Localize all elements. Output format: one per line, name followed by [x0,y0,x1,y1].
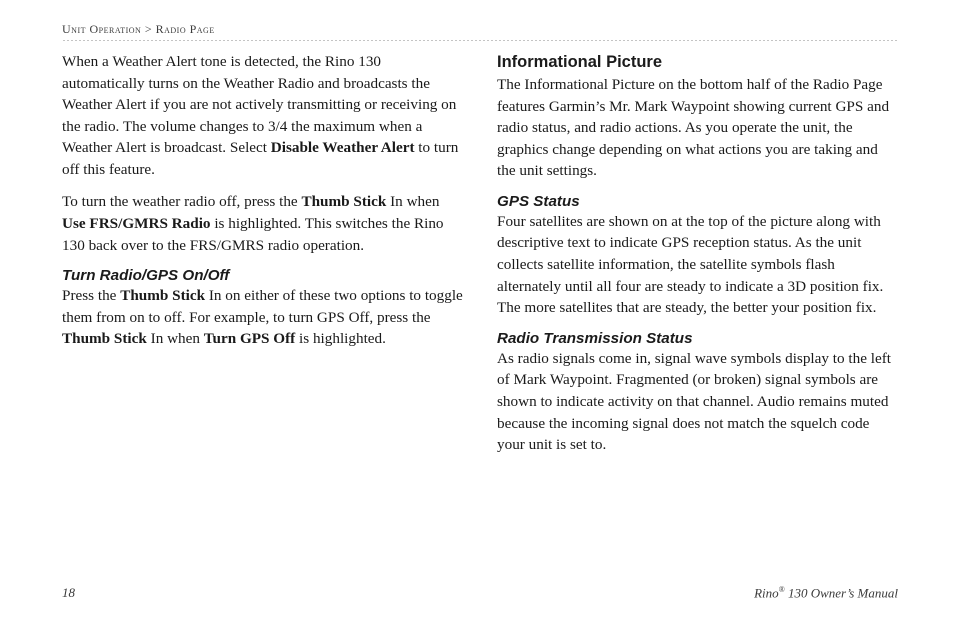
bold-term: Use FRS/GMRS Radio [62,215,211,232]
page-number: 18 [62,585,75,601]
bold-term: Thumb Stick [120,287,205,304]
body-columns: When a Weather Alert tone is detected, t… [62,51,898,559]
subheading-gps-status: GPS Status [497,193,898,210]
body-text: In when [386,193,439,210]
bold-term: Disable Weather Alert [271,139,415,156]
breadcrumb-sep: > [141,22,155,36]
footer-title-part: Rino [754,585,779,600]
bold-term: Turn GPS Off [204,330,295,347]
body-text: In when [147,330,204,347]
breadcrumb-part-1: Unit Operation [62,22,141,36]
paragraph: To turn the weather radio off, press the… [62,191,463,256]
subheading-turn-radio-gps: Turn Radio/GPS On/Off [62,267,463,284]
paragraph: As radio signals come in, signal wave sy… [497,348,898,456]
body-text: To turn the weather radio off, press the [62,193,301,210]
bold-term: Thumb Stick [301,193,386,210]
paragraph: Press the Thumb Stick In on either of th… [62,285,463,350]
paragraph: Four satellites are shown on at the top … [497,211,898,319]
subheading-radio-transmission-status: Radio Transmission Status [497,330,898,347]
breadcrumb: Unit Operation > Radio Page [62,22,898,37]
header-divider [62,40,898,41]
page-footer: 18 Rino® 130 Owner’s Manual [62,585,898,601]
body-text: is highlighted. [295,330,386,347]
paragraph: When a Weather Alert tone is detected, t… [62,51,463,180]
body-text: Press the [62,287,120,304]
paragraph: The Informational Picture on the bottom … [497,74,898,182]
footer-title: Rino® 130 Owner’s Manual [754,585,898,601]
heading-informational-picture: Informational Picture [497,53,898,72]
breadcrumb-part-2: Radio Page [156,22,215,36]
bold-term: Thumb Stick [62,330,147,347]
footer-title-part: 130 Owner’s Manual [785,585,898,600]
